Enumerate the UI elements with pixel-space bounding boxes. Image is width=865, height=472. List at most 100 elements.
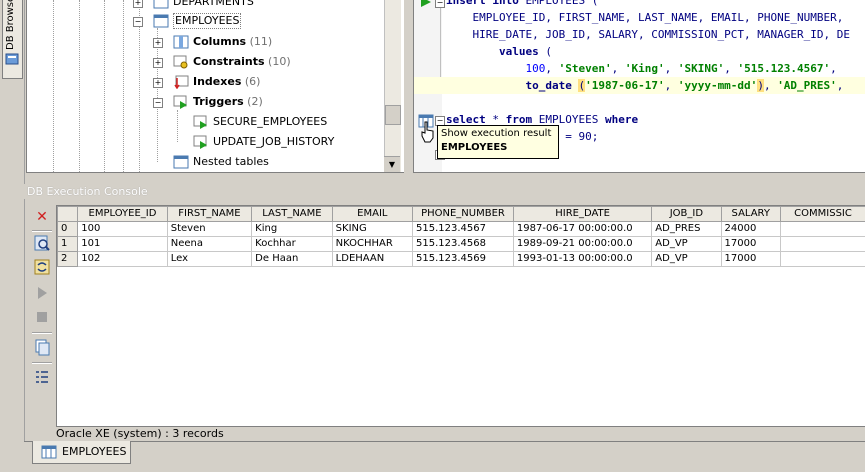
- table-cell[interactable]: 17000: [721, 252, 781, 267]
- table-cell[interactable]: AD_VP: [652, 252, 721, 267]
- status-text: Oracle XE (system) : 3 records: [56, 426, 865, 441]
- table-cell[interactable]: AD_VP: [652, 237, 721, 252]
- collapse-toggle[interactable]: −: [153, 98, 163, 108]
- table-cell[interactable]: 515.123.4568: [412, 237, 513, 252]
- table-cell[interactable]: Kochhar: [252, 237, 333, 252]
- table-cell[interactable]: AD_PRES: [652, 222, 721, 237]
- tree-guide-line: [79, 0, 80, 172]
- tree-item-label: Indexes: [193, 73, 241, 91]
- table-cell[interactable]: King: [252, 222, 333, 237]
- db-browser-icon: [5, 52, 19, 66]
- table-cell[interactable]: SKING: [332, 222, 412, 237]
- toolbar-separator: [32, 230, 52, 232]
- fold-toggle[interactable]: −: [435, 0, 445, 8]
- code-line-3: HIRE_DATE, JOB_ID, SALARY, COMMISSION_PC…: [446, 26, 850, 43]
- table-cell[interactable]: [781, 237, 865, 252]
- reload-icon[interactable]: [33, 258, 51, 276]
- expand-toggle[interactable]: +: [153, 38, 163, 48]
- execute-statement-icon[interactable]: [420, 0, 432, 8]
- close-result-icon[interactable]: ✕: [33, 208, 51, 226]
- tree-item-count: (11): [250, 35, 273, 48]
- table-row[interactable]: 0 100 Steven King SKING 515.123.4567 198…: [58, 222, 865, 237]
- tree-scroll-thumb[interactable]: [385, 105, 401, 125]
- search-result-icon[interactable]: [33, 234, 51, 252]
- console-title: DB Execution Console: [27, 185, 148, 198]
- table-cell[interactable]: [781, 222, 865, 237]
- tree-scroll-down-arrow[interactable]: ▼: [384, 156, 400, 172]
- tree-guide-line: [177, 110, 178, 142]
- tree-item-label: Columns: [193, 33, 246, 51]
- table-cell[interactable]: Neena: [167, 237, 251, 252]
- column-header[interactable]: HIRE_DATE: [513, 207, 651, 222]
- column-header[interactable]: COMMISSIC: [781, 207, 865, 222]
- tree-item-count: (2): [247, 95, 263, 108]
- tooltip-line-1: Show execution result: [441, 127, 555, 141]
- result-tab-bar: [24, 441, 865, 472]
- nested-tables-icon: [173, 155, 189, 169]
- toolbar-separator: [32, 362, 52, 364]
- tree-scrollbar[interactable]: [384, 0, 401, 172]
- table-cell[interactable]: 1987-06-17 00:00:00.0: [513, 222, 651, 237]
- code-line-6: to_date ('1987-06-17', 'yyyy-mm-dd'), 'A…: [414, 77, 865, 94]
- table-cell[interactable]: 17000: [721, 237, 781, 252]
- options-list-icon[interactable]: [33, 368, 51, 386]
- table-cell[interactable]: [781, 252, 865, 267]
- tree-item-columns[interactable]: + Columns (11): [153, 33, 272, 51]
- table-cell[interactable]: De Haan: [252, 252, 333, 267]
- table-icon: [153, 0, 169, 9]
- table-cell[interactable]: 515.123.4569: [412, 252, 513, 267]
- table-cell[interactable]: Steven: [167, 222, 251, 237]
- tree-item-label: Triggers: [193, 93, 244, 111]
- table-cell[interactable]: 100: [78, 222, 167, 237]
- db-browser-tab[interactable]: DB Browser: [2, 0, 23, 79]
- column-header[interactable]: JOB_ID: [652, 207, 721, 222]
- table-cell[interactable]: 101: [78, 237, 167, 252]
- table-row[interactable]: 2 102 Lex De Haan LDEHAAN 515.123.4569 1…: [58, 252, 865, 267]
- tree-item-update-job-history[interactable]: UPDATE_JOB_HISTORY: [193, 133, 334, 151]
- panel-splitter[interactable]: [404, 0, 413, 176]
- column-header[interactable]: EMPLOYEE_ID: [78, 207, 167, 222]
- row-number-header: [58, 207, 78, 222]
- table-row[interactable]: 1 101 Neena Kochhar NKOCHHAR 515.123.456…: [58, 237, 865, 252]
- tree-item-label: Constraints: [193, 53, 265, 71]
- row-number: 0: [58, 222, 78, 237]
- tree-item-departments[interactable]: + DEPARTMENTS: [133, 0, 254, 11]
- toolbar-separator: [32, 332, 52, 334]
- column-header[interactable]: SALARY: [721, 207, 781, 222]
- table-cell[interactable]: 515.123.4567: [412, 222, 513, 237]
- stop-icon[interactable]: [33, 308, 51, 326]
- resume-icon[interactable]: [33, 284, 51, 302]
- result-grid[interactable]: EMPLOYEE_ID FIRST_NAME LAST_NAME EMAIL P…: [56, 205, 865, 427]
- tree-item-constraints[interactable]: + Constraints (10): [153, 53, 291, 71]
- execution-result-tooltip: Show execution result EMPLOYEES: [437, 125, 559, 159]
- expand-toggle[interactable]: +: [153, 78, 163, 88]
- table-cell[interactable]: 102: [78, 252, 167, 267]
- console-toolbar: ✕: [28, 202, 56, 442]
- tree-item-indexes[interactable]: + Indexes (6): [153, 73, 260, 91]
- collapse-toggle[interactable]: −: [133, 17, 143, 27]
- tree-item-employees[interactable]: − EMPLOYEES: [133, 12, 241, 30]
- fold-guide: [440, 8, 441, 88]
- code-line-5: 100, 'Steven', 'King', 'SKING', '515.123…: [446, 60, 837, 77]
- tree-item-secure-employees[interactable]: SECURE_EMPLOYEES: [193, 113, 327, 131]
- tree-item-nested-tables[interactable]: Nested tables: [173, 153, 269, 171]
- table-cell[interactable]: LDEHAAN: [332, 252, 412, 267]
- table-cell[interactable]: 1989-09-21 00:00:00.0: [513, 237, 651, 252]
- table-cell[interactable]: 1993-01-13 00:00:00.0: [513, 252, 651, 267]
- copy-icon[interactable]: [33, 338, 51, 356]
- column-header[interactable]: LAST_NAME: [252, 207, 333, 222]
- column-header[interactable]: PHONE_NUMBER: [412, 207, 513, 222]
- table-cell[interactable]: 24000: [721, 222, 781, 237]
- result-tab-employees[interactable]: EMPLOYEES: [32, 441, 131, 464]
- constraints-icon: [173, 55, 189, 69]
- table-cell[interactable]: Lex: [167, 252, 251, 267]
- table-cell[interactable]: NKOCHHAR: [332, 237, 412, 252]
- tree-item-triggers[interactable]: − Triggers (2): [153, 93, 263, 111]
- db-browser-tree: + DEPARTMENTS − EMPLOYEES + Columns (11)…: [26, 0, 406, 173]
- column-header[interactable]: FIRST_NAME: [167, 207, 251, 222]
- tree-item-label: SECURE_EMPLOYEES: [213, 113, 327, 131]
- triggers-icon: [173, 95, 189, 109]
- column-header[interactable]: EMAIL: [332, 207, 412, 222]
- expand-toggle[interactable]: +: [133, 0, 143, 8]
- expand-toggle[interactable]: +: [153, 58, 163, 68]
